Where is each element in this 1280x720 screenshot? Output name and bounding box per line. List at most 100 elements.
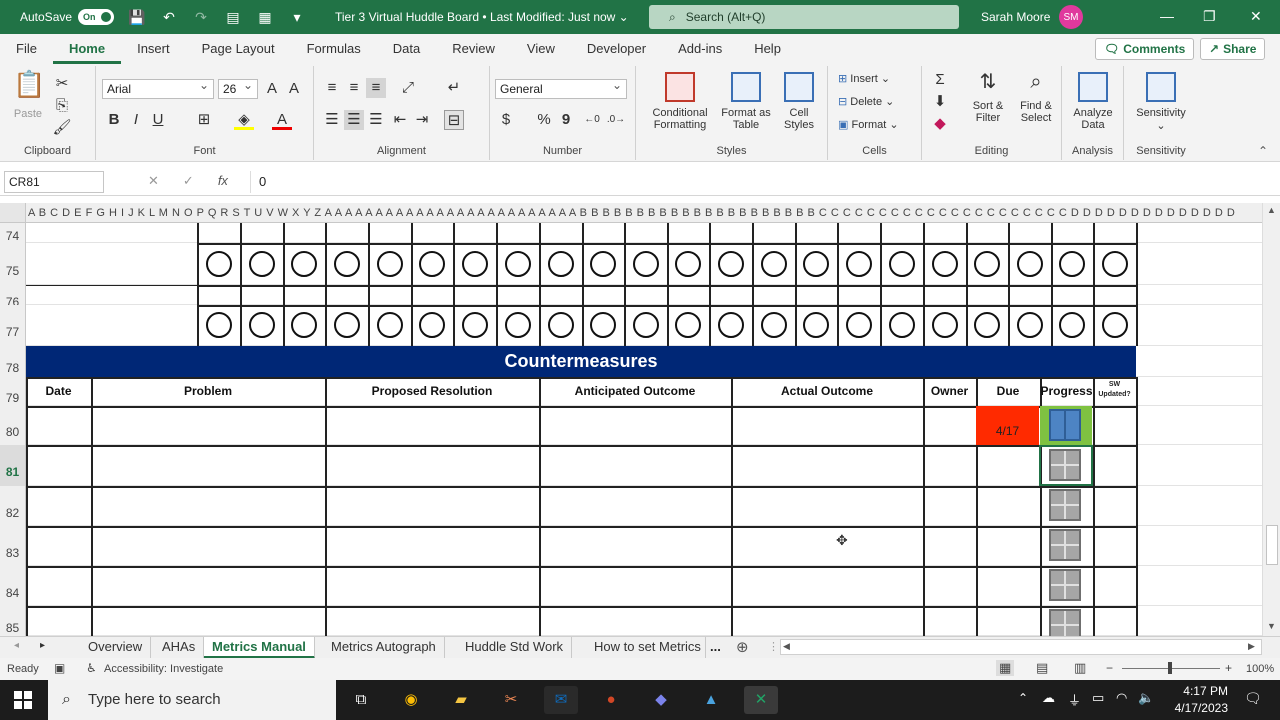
tab-view[interactable]: View — [511, 34, 571, 64]
status-circle[interactable] — [1101, 251, 1128, 277]
status-circle[interactable] — [333, 251, 360, 277]
decrease-font-icon[interactable]: A — [284, 79, 304, 99]
teams-icon[interactable]: ◆ — [644, 686, 678, 714]
add-sheet-icon[interactable]: ⊕ — [736, 638, 749, 656]
page-break-view-icon[interactable]: ▥ — [1074, 660, 1086, 676]
row-header[interactable]: 82 — [0, 486, 26, 526]
battery-icon[interactable]: ▭ — [1092, 690, 1104, 706]
more-sheets-button[interactable]: ... — [710, 639, 721, 654]
next-sheet-icon[interactable]: ▸ — [40, 640, 45, 651]
status-circle[interactable] — [675, 251, 701, 277]
onedrive-icon[interactable]: ☁ — [1042, 690, 1055, 706]
align-middle-icon[interactable]: ≡ — [344, 78, 364, 98]
align-bottom-icon[interactable]: ≡ — [366, 78, 386, 98]
file-explorer-icon[interactable]: ▰ — [444, 686, 478, 714]
snipping-tool-icon[interactable]: ✂ — [494, 686, 528, 714]
decrease-indent-icon[interactable]: ⇤ — [390, 110, 410, 130]
status-circle[interactable] — [504, 251, 531, 277]
tab-formulas[interactable]: Formulas — [291, 34, 377, 64]
sheet-tab-metrics-manual[interactable]: Metrics Manual — [204, 637, 315, 659]
find-select-button[interactable]: ⌕ Find & Select — [1014, 72, 1058, 124]
macro-record-icon[interactable]: ▣ — [54, 661, 65, 675]
insert-function-button[interactable]: fx — [218, 173, 228, 189]
task-view-icon[interactable]: ⧉ — [344, 686, 378, 714]
status-circle[interactable] — [931, 312, 958, 338]
accessibility-status[interactable]: Accessibility: Investigate — [104, 663, 223, 675]
worksheet-grid[interactable]: 74 75 76 77 78 79 80 81 82 83 84 85 Countermeasures D… — [0, 223, 1262, 636]
status-circle[interactable] — [248, 312, 275, 338]
format-cells-button[interactable]: ▣ Format ⌄ — [838, 118, 899, 131]
row-header[interactable]: 79 — [0, 377, 26, 406]
page-layout-view-icon[interactable]: ▤ — [1036, 660, 1048, 676]
taskbar-clock[interactable]: 4:17 PM 4/17/2023 — [1158, 683, 1228, 717]
status-circle[interactable] — [888, 251, 915, 277]
sheet-tab-huddle-std-work[interactable]: Huddle Std Work — [457, 637, 573, 659]
wrap-text-icon[interactable]: ↵ — [444, 78, 464, 98]
zoom-in-icon[interactable]: + — [1225, 661, 1232, 675]
comma-button[interactable]: 9 — [556, 110, 576, 130]
status-circle[interactable] — [461, 251, 488, 277]
increase-indent-icon[interactable]: ⇥ — [412, 110, 432, 130]
align-center-icon[interactable]: ☰ — [344, 110, 364, 130]
borders-icon[interactable]: ⊞ — [194, 110, 214, 130]
fill-icon[interactable]: ⬇ — [930, 92, 950, 112]
print-preview-icon[interactable]: ▦ — [256, 8, 274, 26]
align-left-icon[interactable]: ☰ — [322, 110, 342, 130]
row-header[interactable]: 77 — [0, 305, 26, 346]
zoom-slider-thumb[interactable] — [1168, 662, 1172, 674]
status-circle[interactable] — [632, 312, 659, 338]
tab-insert[interactable]: Insert — [121, 34, 186, 64]
search-box[interactable]: ⌕ Search (Alt+Q) — [649, 5, 959, 29]
row-header[interactable]: 80 — [0, 406, 26, 445]
autosum-icon[interactable]: Σ — [930, 70, 950, 90]
autosave-toggle[interactable]: On — [78, 9, 115, 25]
sheet-tab-ahas[interactable]: AHAs — [154, 637, 205, 659]
status-circle[interactable] — [1016, 312, 1043, 338]
status-circle[interactable] — [333, 312, 360, 338]
progress-quadrant-box[interactable] — [1049, 489, 1081, 521]
status-circle[interactable] — [248, 251, 275, 277]
status-circle[interactable] — [590, 312, 616, 338]
align-right-icon[interactable]: ☰ — [366, 110, 386, 130]
window-title[interactable]: Tier 3 Virtual Huddle Board • Last Modif… — [335, 10, 629, 24]
font-size-select[interactable]: 26 — [218, 76, 258, 99]
status-circle[interactable] — [461, 312, 488, 338]
status-circle[interactable] — [291, 251, 317, 277]
autosave-control[interactable]: AutoSave On — [20, 9, 115, 25]
cancel-icon[interactable]: ✕ — [148, 173, 159, 189]
photos-icon[interactable]: ▲ — [694, 686, 728, 714]
status-circle[interactable] — [760, 251, 787, 277]
status-circle[interactable] — [547, 251, 574, 277]
percent-button[interactable]: % — [534, 110, 554, 130]
due-date-cell[interactable]: 4/17 — [976, 406, 1039, 445]
merge-center-icon[interactable]: ⊟ — [444, 110, 464, 130]
status-circle[interactable] — [845, 312, 872, 338]
status-circle[interactable] — [888, 312, 915, 338]
sensitivity-button[interactable]: Sensitivity ⌄ — [1128, 72, 1194, 132]
share-button[interactable]: ↗ Share — [1200, 38, 1266, 60]
redo-icon[interactable]: ↷ — [192, 8, 210, 26]
status-circle[interactable] — [760, 312, 787, 338]
status-circle[interactable] — [717, 251, 744, 277]
sheet-tab-overview[interactable]: Overview — [80, 637, 152, 659]
status-circle[interactable] — [675, 312, 701, 338]
column-headers[interactable]: A B C D E F G H I J K L M N O P Q R S T … — [0, 203, 1262, 223]
fill-color-icon[interactable]: ◈ — [234, 110, 254, 130]
status-circle[interactable] — [931, 251, 958, 277]
italic-button[interactable]: I — [126, 110, 146, 130]
form-icon[interactable]: ▤ — [224, 8, 242, 26]
status-circle[interactable] — [205, 251, 232, 277]
prev-sheet-icon[interactable]: ◂ — [14, 640, 19, 651]
notifications-icon[interactable]: 🗨 — [1244, 690, 1262, 707]
hidden-icons-chevron-icon[interactable]: ⌃ — [1018, 691, 1028, 705]
progress-quadrant-box[interactable] — [1049, 569, 1081, 601]
formula-input[interactable]: 0 — [250, 171, 1272, 193]
vertical-scrollbar[interactable]: ▲ ▼ — [1262, 203, 1280, 637]
row-header[interactable]: 76 — [0, 285, 26, 309]
restore-icon[interactable]: ❐ — [1203, 8, 1216, 25]
row-header[interactable]: 75 — [0, 243, 26, 285]
cell-styles-button[interactable]: Cell Styles — [774, 72, 824, 131]
cut-icon[interactable]: ✂ — [52, 74, 72, 94]
wifi-icon[interactable]: ◠ — [1116, 690, 1127, 706]
analyze-data-button[interactable]: Analyze Data — [1068, 72, 1118, 131]
